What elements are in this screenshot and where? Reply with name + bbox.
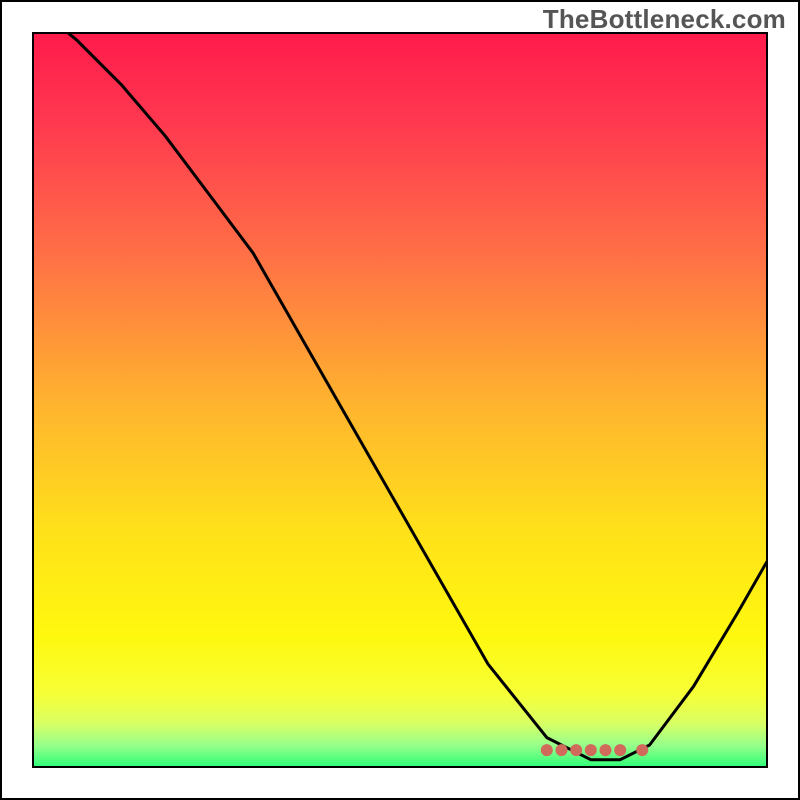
trough-marker — [614, 744, 626, 756]
trough-marker — [636, 744, 648, 756]
trough-marker — [570, 744, 582, 756]
plot-background — [33, 33, 767, 767]
trough-marker — [541, 744, 553, 756]
watermark-text: TheBottleneck.com — [543, 4, 786, 35]
chart-canvas — [0, 0, 800, 800]
trough-marker — [556, 744, 568, 756]
trough-marker — [585, 744, 597, 756]
trough-marker — [600, 744, 612, 756]
